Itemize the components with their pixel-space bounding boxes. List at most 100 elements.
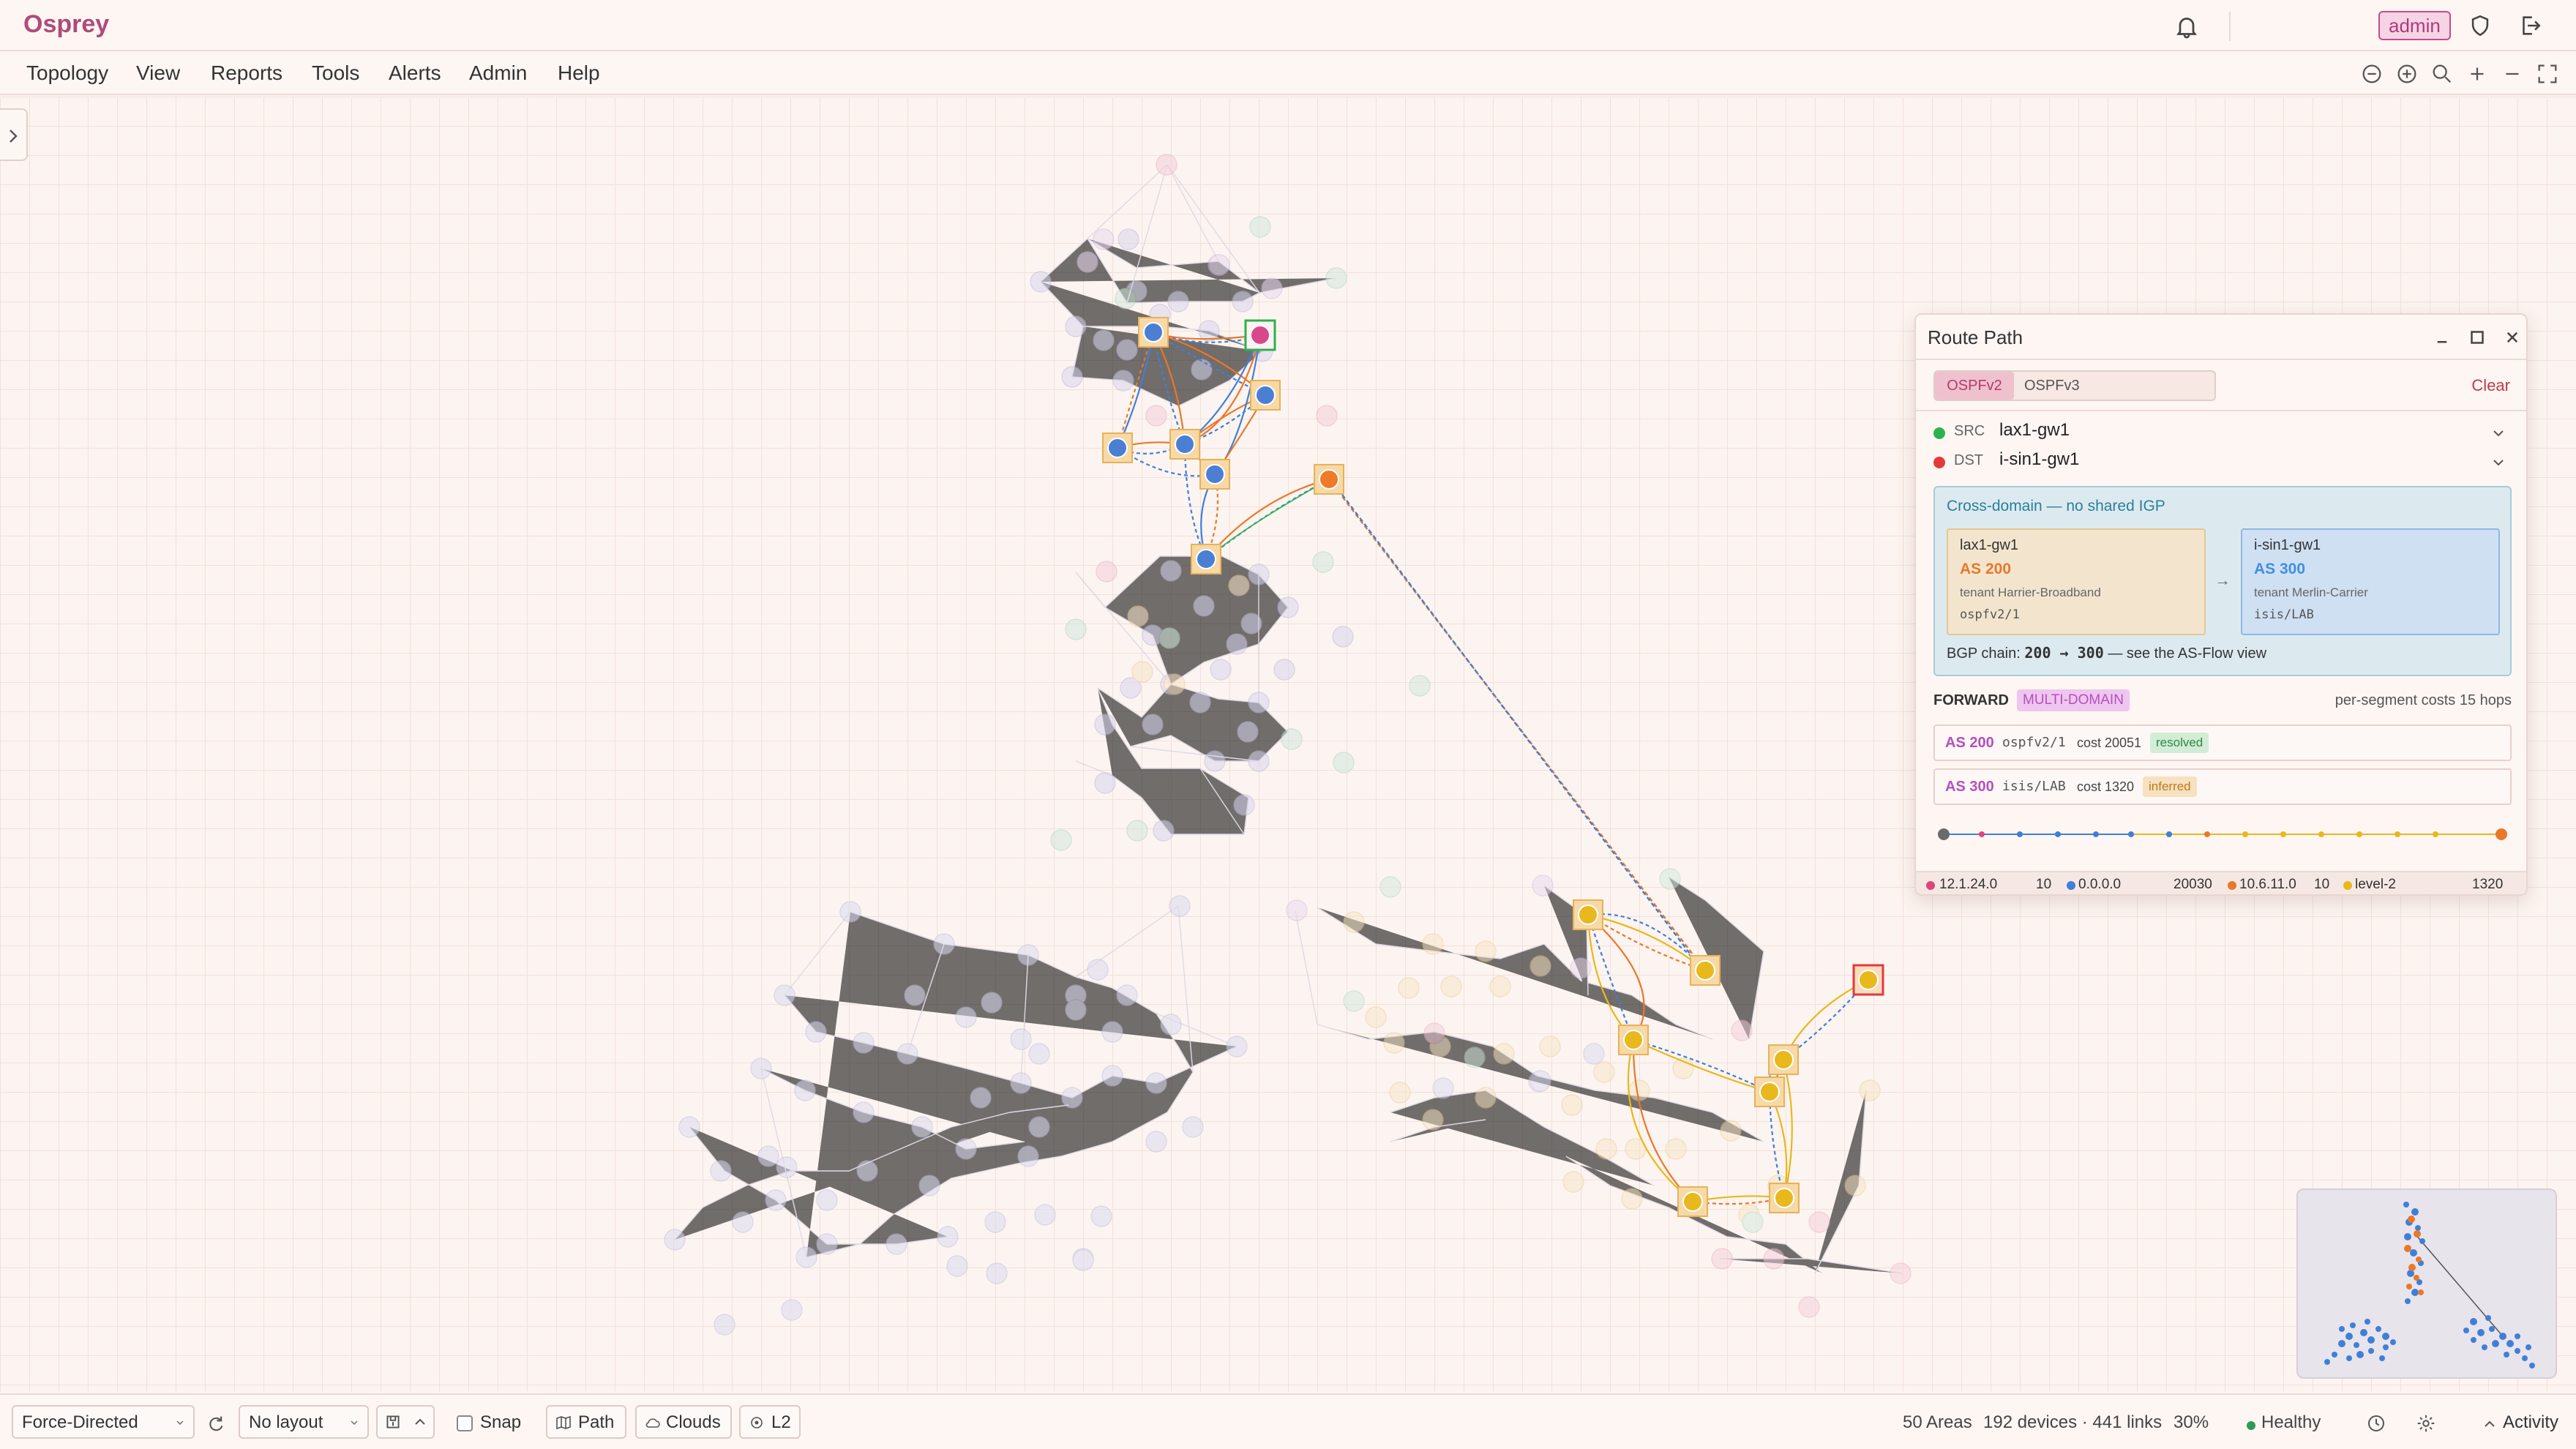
minus-icon[interactable]: [2500, 61, 2525, 86]
router-node[interactable]: [1199, 459, 1230, 490]
router-node[interactable]: [1573, 899, 1603, 930]
layout-preset-select[interactable]: No layout: [239, 1405, 369, 1439]
destination-dot: [1933, 457, 1945, 468]
layout-algorithm-value: Force-Directed: [22, 1412, 138, 1432]
layout-algorithm-select[interactable]: Force-Directed: [12, 1405, 195, 1439]
zoom-in-circle-icon[interactable]: [2395, 61, 2419, 86]
segment-proto: ospfv2/1: [2002, 735, 2066, 750]
save-layout-icon: [386, 1415, 400, 1429]
l2-button[interactable]: L2: [739, 1405, 801, 1439]
segment-proto: isis/LAB: [2002, 779, 2066, 794]
menu-view[interactable]: View: [136, 61, 180, 85]
health-status[interactable]: Healthy: [2261, 1412, 2321, 1433]
fullscreen-icon[interactable]: [2535, 61, 2560, 86]
header-divider: [2229, 12, 2231, 41]
router-node[interactable]: [1102, 433, 1133, 463]
router-node[interactable]: [1250, 380, 1281, 411]
legend-cost: 10: [2314, 877, 2330, 892]
menu-alerts[interactable]: Alerts: [389, 61, 441, 85]
inter-domain-link: [1328, 479, 1706, 971]
router-node-border[interactable]: [1314, 464, 1344, 495]
legend-cost: 1320: [2472, 877, 2504, 892]
bgp-suffix[interactable]: — see the AS-Flow view: [2108, 645, 2266, 662]
settings-gear-icon[interactable]: [2415, 1412, 2437, 1434]
legend-cost: 20030: [2174, 877, 2212, 892]
bgp-prefix: BGP chain:: [1947, 645, 2021, 662]
menu-admin[interactable]: Admin: [469, 61, 527, 85]
router-node[interactable]: [1768, 1044, 1799, 1075]
router-node[interactable]: [1769, 1183, 1800, 1213]
router-node[interactable]: [1677, 1186, 1708, 1217]
source-selector[interactable]: SRC lax1-gw1: [1933, 419, 2512, 448]
protocol-switch: OSPFv2 OSPFv3: [1933, 370, 2216, 401]
legend-dot: [2067, 881, 2075, 890]
chevron-down-icon: [2493, 430, 2504, 437]
router-node-destination[interactable]: [1852, 964, 1884, 996]
segment-status-badge: inferred: [2143, 776, 2197, 797]
router-node[interactable]: [1191, 544, 1221, 574]
router-node[interactable]: [1138, 317, 1169, 348]
router-node[interactable]: [1618, 1025, 1649, 1055]
destination-as-card: i-sin1-gw1 AS 300 tenant Merlin-Carrier …: [2241, 528, 2500, 635]
forward-label: FORWARD: [1933, 692, 2009, 708]
src-card-name: lax1-gw1: [1960, 537, 2019, 553]
history-clock-icon[interactable]: [2365, 1412, 2387, 1434]
maximize-icon[interactable]: [2466, 326, 2488, 348]
router-node-source[interactable]: [1244, 319, 1276, 351]
legend-dot: [2343, 881, 2352, 890]
close-icon[interactable]: [2501, 326, 2523, 348]
minimap-graph: [2324, 1202, 2535, 1368]
dst-card-proto: isis/LAB: [2254, 607, 2314, 622]
plus-icon[interactable]: [2465, 61, 2490, 86]
notifications-bell-icon[interactable]: [2174, 13, 2200, 40]
menu-help[interactable]: Help: [558, 61, 600, 85]
network-icon: [751, 1417, 763, 1429]
segment-row[interactable]: AS 300 isis/LAB cost 1320 inferred: [1933, 768, 2512, 805]
src-card-tenant: tenant Harrier-Broadband: [1960, 585, 2101, 599]
destination-selector[interactable]: DST i-sin1-gw1: [1933, 448, 2512, 477]
snap-label: Snap: [480, 1412, 522, 1432]
legend-cost: 10: [2036, 877, 2052, 892]
router-node[interactable]: [1690, 955, 1721, 986]
zoom-out-circle-icon[interactable]: [2359, 61, 2384, 86]
menu-reports[interactable]: Reports: [211, 61, 282, 85]
src-card-proto: ospfv2/1: [1960, 607, 2020, 622]
legend-dot: [2228, 881, 2236, 890]
bottom-toolbar: Force-Directed No layout Snap Path Cloud…: [0, 1393, 2576, 1449]
snap-checkbox[interactable]: [457, 1415, 473, 1431]
activity-toggle[interactable]: Activity: [2481, 1409, 2572, 1439]
destination-value: i-sin1-gw1: [1999, 449, 2080, 469]
divider: [1916, 410, 2526, 411]
clouds-button[interactable]: Clouds: [635, 1405, 732, 1439]
user-badge[interactable]: admin: [2378, 11, 2451, 40]
dst-card-tenant: tenant Merlin-Carrier: [2254, 585, 2368, 599]
segment-row[interactable]: AS 200 ospfv2/1 cost 20051 resolved: [1933, 724, 2512, 761]
legend-label: 10.6.11.0: [2239, 877, 2296, 892]
l2-label: L2: [771, 1412, 791, 1432]
tab-ospfv2[interactable]: OSPFv2: [1935, 372, 2014, 400]
bgp-chain: BGP chain: 200 → 300 — see the AS-Flow v…: [1947, 644, 2266, 662]
minimize-icon[interactable]: [2431, 326, 2453, 348]
shield-icon[interactable]: [2468, 13, 2493, 38]
hop-timeline[interactable]: [1933, 824, 2512, 853]
panel-header[interactable]: Route Path: [1916, 315, 2526, 360]
search-icon[interactable]: [2430, 61, 2455, 86]
segment-cost: cost 20051: [2077, 735, 2142, 750]
router-node[interactable]: [1169, 429, 1200, 460]
logout-icon[interactable]: [2517, 13, 2542, 38]
menu-tools[interactable]: Tools: [312, 61, 359, 85]
refresh-layout-icon[interactable]: [205, 1414, 225, 1434]
path-button[interactable]: Path: [546, 1405, 626, 1439]
sidebar-toggle[interactable]: [0, 108, 28, 161]
route-path-panel[interactable]: Route Path OSPFv2 OSPFv3 Clear SRC lax1-…: [1914, 313, 2528, 896]
minimap[interactable]: [2296, 1188, 2557, 1379]
chevron-down-icon: [176, 1420, 184, 1425]
tab-ospfv3[interactable]: OSPFv3: [2024, 372, 2080, 400]
menu-topology[interactable]: Topology: [26, 61, 108, 85]
save-layout-button[interactable]: [376, 1405, 435, 1439]
multi-domain-badge: MULTI-DOMAIN: [2017, 689, 2130, 711]
chevron-up-icon: [2485, 1420, 2495, 1427]
router-node[interactable]: [1754, 1077, 1785, 1107]
chevron-down-icon: [351, 1420, 358, 1425]
clear-button[interactable]: Clear: [2471, 376, 2510, 395]
